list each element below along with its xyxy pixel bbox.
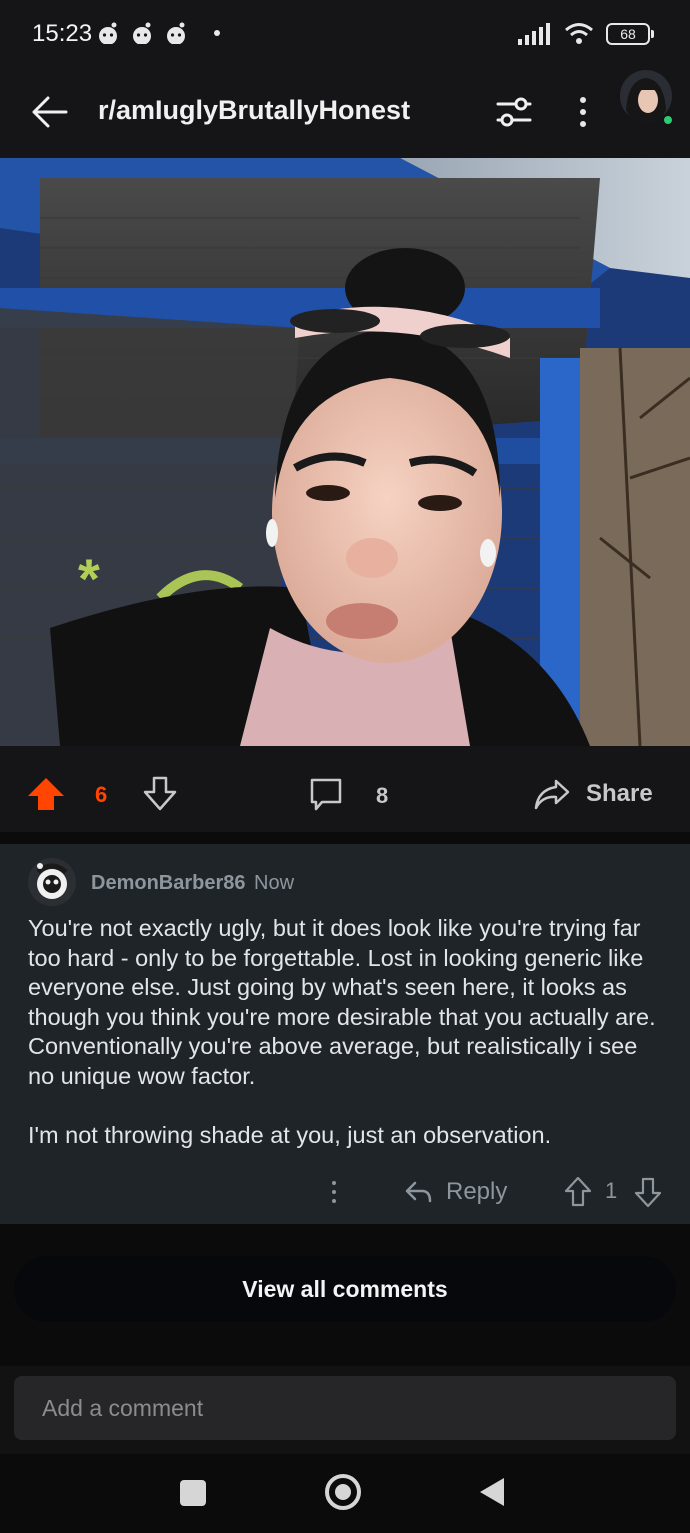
- comment-input-bar: [0, 1366, 690, 1454]
- more-vertical-icon: [332, 1181, 336, 1185]
- comment-body: You're not exactly ugly, but it does loo…: [28, 914, 668, 1181]
- wifi-icon: [565, 23, 593, 44]
- downvote-icon[interactable]: [142, 776, 178, 812]
- status-bar: 15:23 68: [0, 0, 690, 70]
- comment-paragraph: You're not exactly ugly, but it does loo…: [28, 915, 656, 1089]
- comment-upvote-icon[interactable]: [564, 1176, 592, 1208]
- comment-actions: Reply 1: [0, 1174, 690, 1210]
- online-status-dot: [662, 114, 674, 126]
- more-vertical-icon: [580, 97, 586, 103]
- comment-vote-count: 1: [605, 1178, 618, 1203]
- post-action-bar: 6 8 Share: [0, 746, 690, 832]
- signal-icon: [518, 23, 550, 45]
- reddit-notification-icon: [99, 22, 117, 44]
- divider: [0, 832, 690, 844]
- commenter-avatar[interactable]: [28, 858, 76, 906]
- comment-downvote-icon[interactable]: [634, 1176, 662, 1208]
- status-right: 68: [518, 22, 654, 46]
- more-options-button[interactable]: [568, 90, 598, 134]
- reply-button[interactable]: Reply: [404, 1174, 507, 1210]
- post-image[interactable]: *: [0, 158, 690, 746]
- post-vote-count: 6: [95, 782, 108, 807]
- comment-author[interactable]: DemonBarber86: [91, 872, 246, 895]
- back-arrow-icon: [32, 96, 68, 128]
- back-icon[interactable]: [480, 1478, 504, 1506]
- battery-icon: 68: [606, 23, 654, 45]
- post-photo: *: [0, 158, 690, 746]
- post-comment-count: 8: [376, 783, 389, 808]
- comment-card: DemonBarber86 Now You're not exactly ugl…: [0, 844, 690, 1224]
- notification-icons: [96, 22, 220, 44]
- dot-icon: [214, 30, 220, 36]
- back-button[interactable]: [28, 90, 72, 134]
- subreddit-title[interactable]: r/amIuglyBrutallyHonest: [98, 95, 410, 126]
- home-icon[interactable]: [325, 1474, 361, 1510]
- status-time: 15:23: [32, 20, 93, 47]
- share-button[interactable]: Share: [534, 776, 653, 812]
- battery-level: 68: [620, 26, 636, 42]
- filter-icon: [496, 97, 532, 127]
- comment-timestamp: Now: [254, 872, 295, 894]
- filter-button[interactable]: [494, 92, 534, 132]
- comment-paragraph: I'm not throwing shade at you, just an o…: [28, 1122, 552, 1148]
- svg-text:*: *: [78, 547, 100, 610]
- share-label: Share: [586, 780, 653, 807]
- comment-more-button[interactable]: [330, 1178, 338, 1206]
- share-icon: [534, 779, 570, 810]
- upvote-icon[interactable]: [26, 776, 66, 812]
- add-comment-input[interactable]: [14, 1376, 676, 1440]
- recent-apps-icon[interactable]: [180, 1480, 206, 1506]
- comment-icon[interactable]: [308, 776, 344, 812]
- system-nav-bar: [0, 1454, 690, 1533]
- commenter-avatar-image: [28, 858, 76, 906]
- view-all-comments-button[interactable]: View all comments: [14, 1256, 676, 1322]
- reply-icon: [405, 1181, 432, 1203]
- header: r/amIuglyBrutallyHonest: [0, 70, 690, 158]
- reddit-notification-icon: [167, 22, 185, 44]
- reply-label: Reply: [446, 1178, 508, 1205]
- reddit-notification-icon: [133, 22, 151, 44]
